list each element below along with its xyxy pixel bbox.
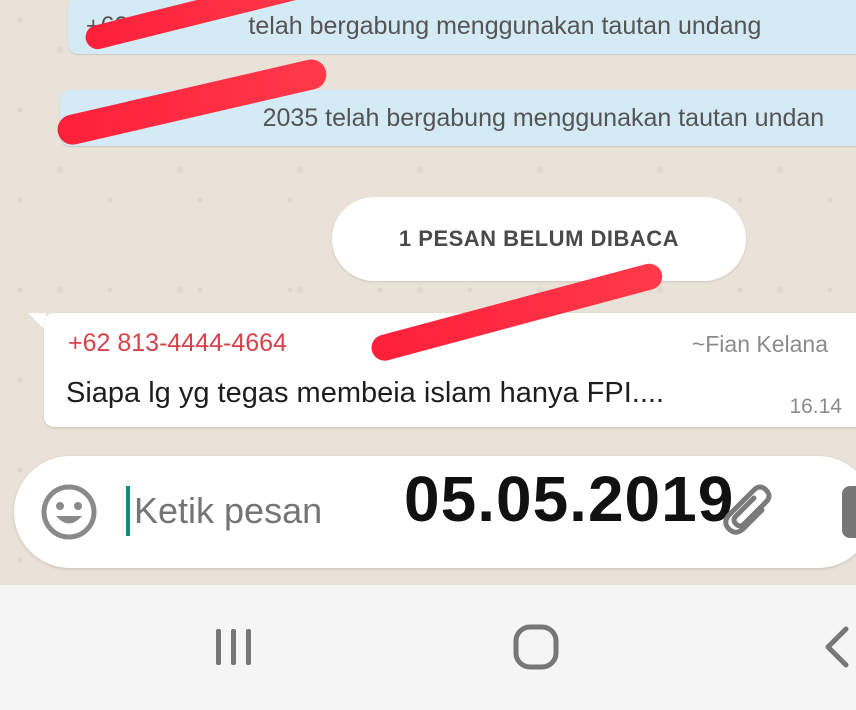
date-overlay: 05.05.2019 (404, 463, 735, 535)
system-message-text: 2035 telah bergabung menggunakan tautan … (262, 104, 825, 132)
system-navigation-bar (0, 585, 856, 710)
message-time: 16.14 (789, 395, 842, 418)
system-message-text: telah bergabung menggunakan tautan undan… (248, 12, 762, 40)
back-icon[interactable] (812, 621, 856, 673)
camera-icon[interactable] (842, 486, 856, 538)
unread-banner-label: 1 PESAN BELUM DIBACA (398, 226, 680, 251)
text-cursor (126, 486, 130, 536)
sender-name: ~Fian Kelana (691, 331, 828, 357)
recent-apps-icon[interactable] (204, 621, 264, 673)
message-text: Siapa lg yg tegas membeia islam hanya FP… (66, 377, 665, 409)
paperclip-icon[interactable] (718, 480, 782, 544)
unread-messages-banner: 1 PESAN BELUM DIBACA (332, 197, 746, 281)
message-composer: 05.05.2019 (14, 456, 856, 568)
home-icon[interactable] (506, 621, 566, 673)
sender-number[interactable]: +62 813-4444-4664 (68, 329, 287, 358)
emoji-icon[interactable] (40, 483, 98, 541)
